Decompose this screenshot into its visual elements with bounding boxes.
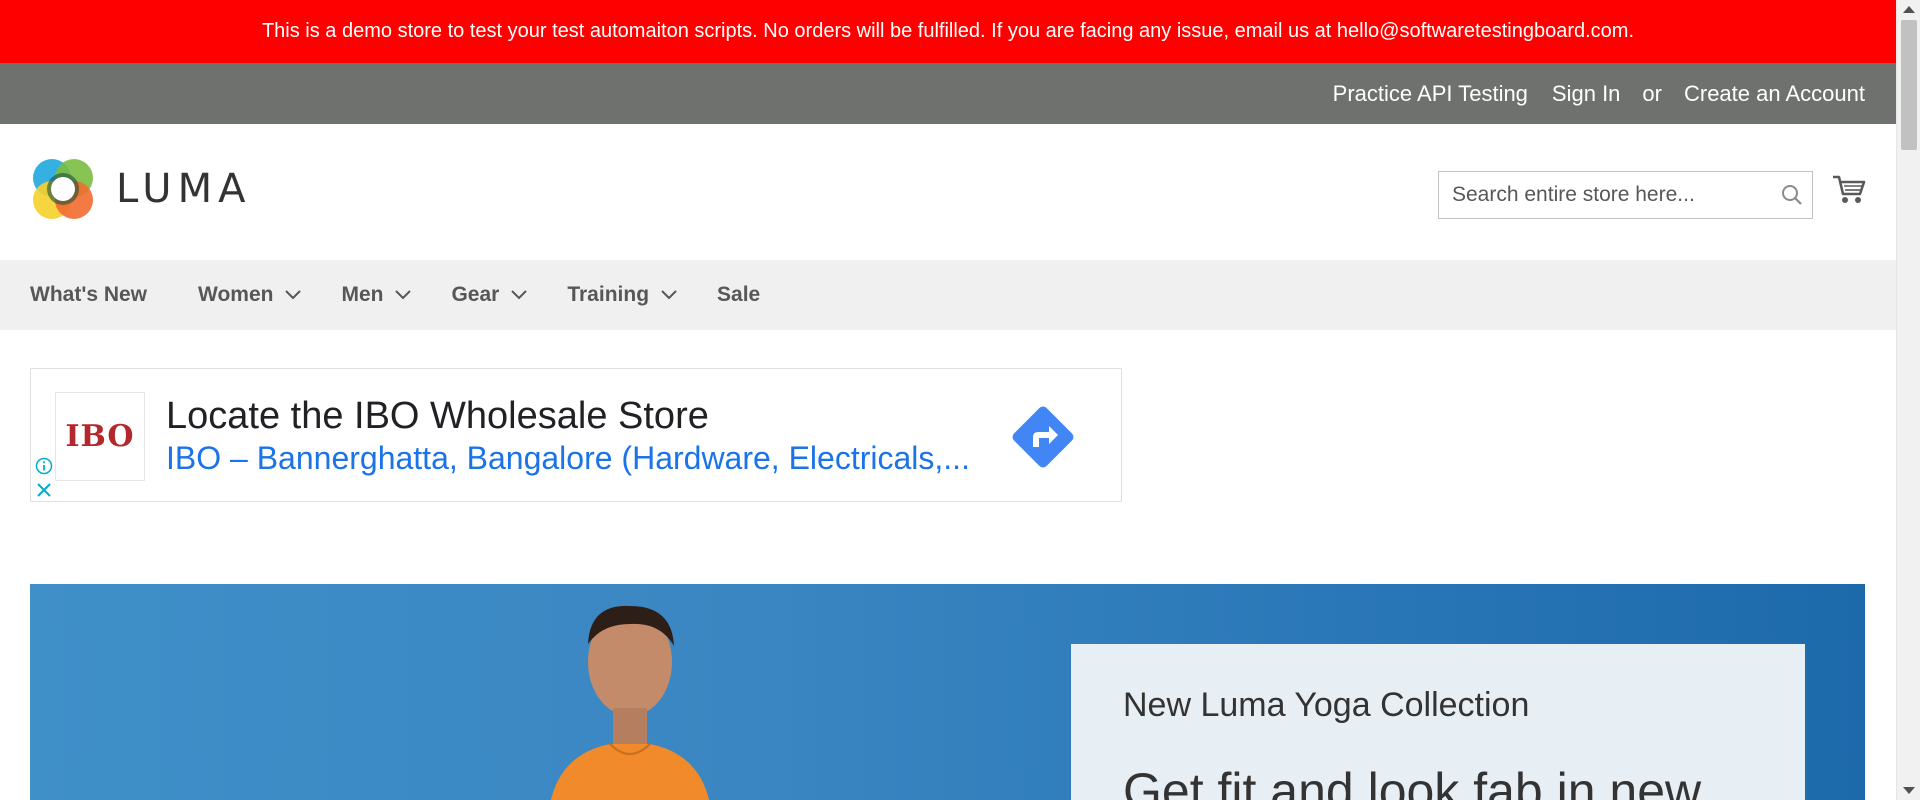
info-icon[interactable]	[35, 457, 53, 480]
hero-banner[interactable]: New Luma Yoga Collection Get fit and loo…	[30, 584, 1865, 800]
nav-item-whats-new[interactable]: What's New	[30, 283, 147, 307]
yoga-model-image	[550, 605, 710, 800]
nav-item-men[interactable]: Men	[341, 283, 412, 307]
demo-banner-text: This is a demo store to test your test a…	[261, 20, 1635, 42]
nav-item-sale[interactable]: Sale	[717, 283, 760, 307]
top-links-bar: Practice API Testing Sign In or Create a…	[0, 63, 1896, 124]
close-icon[interactable]	[35, 481, 53, 504]
nav-item-label: What's New	[30, 283, 148, 306]
nav-item-label: Gear	[451, 283, 500, 306]
scrollbar-thumb[interactable]	[1901, 20, 1917, 150]
site-header: LUMA	[0, 124, 1896, 260]
or-separator: or	[1642, 80, 1662, 106]
ad-subtitle-link[interactable]: IBO – Bannerghatta, Bangalore (Hardware,…	[166, 440, 970, 477]
ad-logo-text: IBO	[65, 419, 135, 454]
demo-store-banner: This is a demo store to test your test a…	[0, 0, 1896, 63]
ad-title[interactable]: Locate the IBO Wholesale Store	[166, 395, 709, 438]
practice-api-link[interactable]: Practice API Testing	[1333, 81, 1528, 107]
luma-logo-icon	[33, 159, 93, 219]
search-box	[1438, 171, 1813, 219]
nav-item-women[interactable]: Women	[198, 283, 302, 307]
nav-item-label: Women	[198, 283, 274, 306]
nav-item-label: Sale	[717, 283, 761, 306]
luma-logo[interactable]: LUMA	[30, 156, 251, 222]
directions-icon[interactable]	[1007, 401, 1079, 478]
ad-logo: IBO	[55, 392, 145, 481]
logo-wordmark: LUMA	[116, 166, 252, 212]
search-icon[interactable]	[1772, 184, 1812, 206]
main-navigation: What's New Women Men Gear Training Sale	[0, 260, 1896, 330]
hero-promo-card: New Luma Yoga Collection Get fit and loo…	[1071, 644, 1805, 800]
scroll-up-arrow-icon[interactable]	[1903, 6, 1915, 13]
chevron-down-icon	[511, 290, 528, 300]
create-account-link[interactable]: Create an Account	[1684, 81, 1865, 107]
chevron-down-icon	[395, 290, 412, 300]
ad-banner[interactable]: IBO Locate the IBO Wholesale Store IBO –…	[30, 368, 1122, 502]
nav-item-training[interactable]: Training	[567, 283, 677, 307]
cart-icon[interactable]	[1832, 174, 1866, 211]
chevron-down-icon	[661, 290, 677, 300]
nav-item-label: Men	[341, 283, 384, 306]
chevron-down-icon	[285, 290, 302, 300]
page-scrollbar[interactable]	[1896, 0, 1920, 800]
nav-item-label: Training	[567, 283, 650, 306]
nav-item-gear[interactable]: Gear	[451, 283, 528, 307]
search-input[interactable]	[1439, 172, 1772, 218]
hero-headline: Get fit and look fab in new	[1123, 763, 1702, 800]
scroll-down-arrow-icon[interactable]	[1903, 787, 1915, 794]
hero-kicker: New Luma Yoga Collection	[1123, 686, 1530, 724]
sign-in-link[interactable]: Sign In	[1552, 81, 1621, 107]
